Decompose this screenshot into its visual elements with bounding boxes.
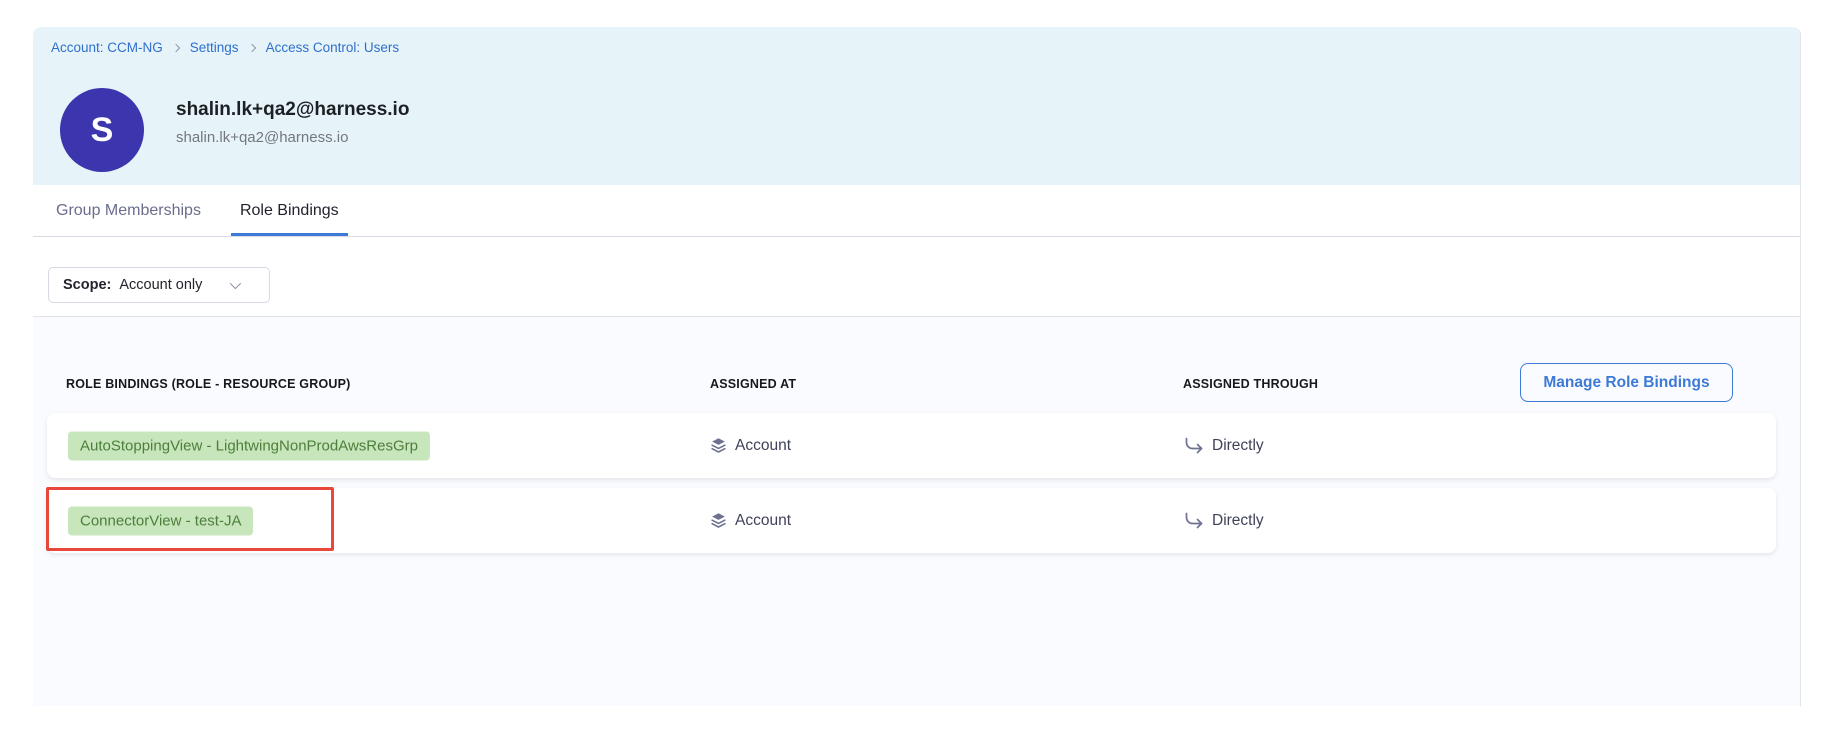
assigned-through-label: Directly [1212, 437, 1264, 455]
role-binding-badge: AutoStoppingView - LightwingNonProdAwsRe… [68, 431, 430, 460]
layers-icon [710, 437, 727, 454]
assigned-at-cell: Account [710, 437, 791, 455]
user-email: shalin.lk+qa2@harness.io [176, 129, 348, 146]
manage-role-bindings-button[interactable]: Manage Role Bindings [1520, 363, 1733, 402]
breadcrumb: Account: CCM-NG Settings Access Control:… [51, 40, 399, 55]
directly-arrow-icon [1183, 512, 1204, 529]
user-details-header: Account: CCM-NG Settings Access Control:… [33, 27, 1800, 185]
table-row: AutoStoppingView - LightwingNonProdAwsRe… [47, 413, 1776, 478]
tab-bar: Group Memberships Role Bindings [33, 185, 1800, 237]
chevron-right-icon [247, 43, 255, 51]
directly-arrow-icon [1183, 437, 1204, 454]
scope-dropdown-label: Scope: [63, 277, 111, 293]
assigned-at-cell: Account [710, 512, 791, 530]
assigned-at-label: Account [735, 512, 791, 530]
table-row: ConnectorView - test-JA Account [47, 488, 1776, 553]
assigned-through-cell: Directly [1183, 437, 1264, 455]
role-bindings-section: ROLE BINDINGS (ROLE - RESOURCE GROUP) AS… [33, 317, 1800, 706]
column-header-assigned-through: ASSIGNED THROUGH [1183, 377, 1318, 391]
chevron-right-icon [172, 43, 180, 51]
user-name: shalin.lk+qa2@harness.io [176, 99, 409, 121]
breadcrumb-settings-link[interactable]: Settings [190, 40, 239, 55]
avatar: S [60, 88, 144, 172]
scope-dropdown-value: Account only [119, 277, 202, 293]
scope-dropdown[interactable]: Scope: Account only [48, 267, 270, 303]
layers-icon [710, 512, 727, 529]
assigned-through-cell: Directly [1183, 512, 1264, 530]
column-header-role-bindings: ROLE BINDINGS (ROLE - RESOURCE GROUP) [66, 377, 351, 391]
page: Account: CCM-NG Settings Access Control:… [0, 0, 1822, 736]
tab-role-bindings[interactable]: Role Bindings [231, 185, 348, 236]
role-binding-badge: ConnectorView - test-JA [68, 506, 253, 535]
assigned-through-label: Directly [1212, 512, 1264, 530]
breadcrumb-access-control-users-link[interactable]: Access Control: Users [266, 40, 400, 55]
breadcrumb-account-link[interactable]: Account: CCM-NG [51, 40, 163, 55]
tab-group-memberships[interactable]: Group Memberships [47, 185, 210, 236]
column-header-assigned-at: ASSIGNED AT [710, 377, 796, 391]
content-panel: Account: CCM-NG Settings Access Control:… [33, 27, 1801, 706]
chevron-down-icon [230, 278, 241, 289]
assigned-at-label: Account [735, 437, 791, 455]
filter-row: Scope: Account only [33, 237, 1800, 317]
